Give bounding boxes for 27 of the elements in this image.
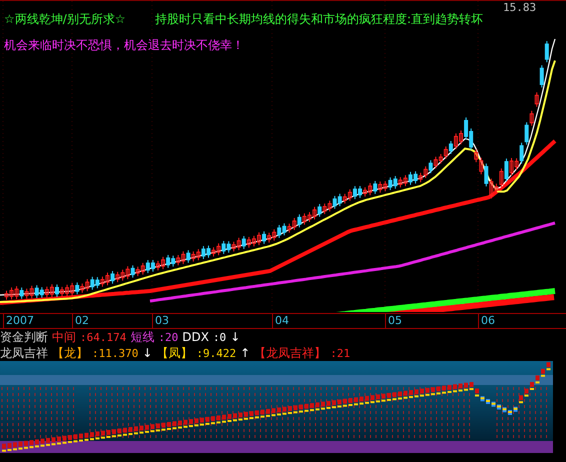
arrow-text: ↑ bbox=[240, 346, 250, 360]
axis-label: 06 bbox=[478, 314, 495, 328]
indicator-label: 【龙】 bbox=[52, 344, 88, 362]
indicator-value: :11.370 bbox=[92, 346, 138, 360]
chart-subtitle: 持股时只看中长期均线的得失和市场的疯狂程度:直到趋势转坏 bbox=[155, 11, 484, 28]
indicator-name: 资金判断 bbox=[0, 328, 48, 346]
indicator-label: 中间 bbox=[52, 328, 76, 346]
indicator-label: 短线 bbox=[130, 328, 154, 346]
chart-title: ☆两线乾坤/别无所求☆ bbox=[4, 11, 126, 28]
arrow-text: ↓ bbox=[230, 330, 240, 344]
slogan-text: 机会来临时决不恐惧，机会退去时决不侥幸！ bbox=[4, 37, 244, 54]
axis-label: 05 bbox=[385, 314, 402, 328]
indicator-value: :64.174 bbox=[80, 330, 126, 344]
indicator-value: :0 bbox=[212, 330, 226, 344]
axis-label: 2007 bbox=[3, 314, 34, 328]
indicator-value: :9.422 bbox=[196, 346, 236, 360]
axis-label: 02 bbox=[72, 314, 89, 328]
axis-label: 04 bbox=[272, 314, 289, 328]
indicator-label: 【凤】 bbox=[156, 344, 192, 362]
axis-label: 03 bbox=[152, 314, 169, 328]
arrow-text: ↓ bbox=[142, 346, 152, 360]
price-label: 15.83 bbox=[503, 1, 536, 14]
indicator-name: 龙凤吉祥 bbox=[0, 344, 48, 362]
indicator-value: :20 bbox=[158, 330, 178, 344]
indicator-label: DDX bbox=[182, 330, 209, 344]
indicator-value: :21 bbox=[330, 346, 350, 360]
indicator-label: 【龙凤吉祥】 bbox=[254, 344, 326, 362]
